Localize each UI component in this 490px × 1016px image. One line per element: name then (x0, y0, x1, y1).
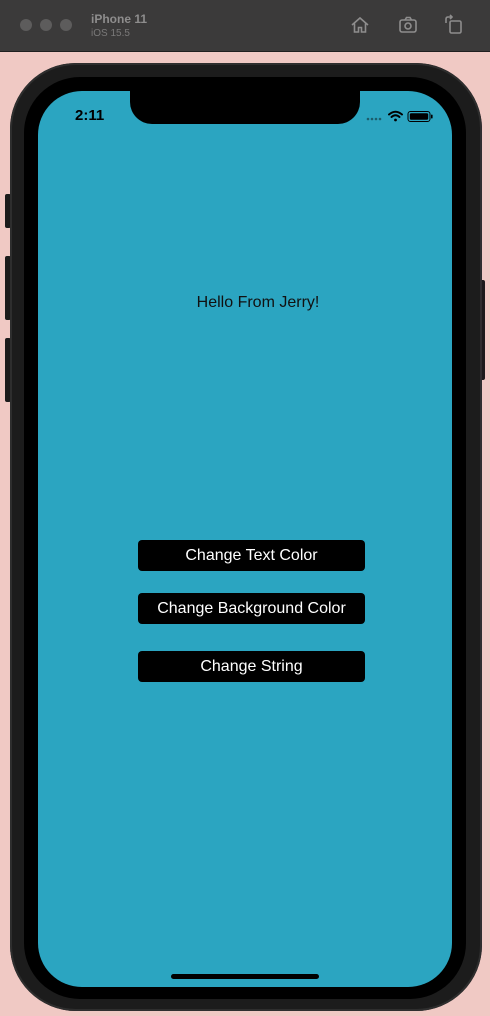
app-screen: 2:11 Hello From Jerry! Change Text Color… (38, 91, 452, 987)
screenshot-icon[interactable] (397, 14, 419, 36)
device-name: iPhone 11 (91, 12, 148, 26)
minimize-window-button[interactable] (40, 19, 52, 31)
status-time: 2:11 (75, 107, 105, 124)
signal-icon (366, 117, 382, 121)
notch (130, 91, 360, 124)
status-icons (366, 109, 434, 123)
simulator-title-bar: iPhone 11 iOS 15.5 (0, 0, 490, 52)
battery-icon (407, 111, 433, 122)
home-icon[interactable] (349, 14, 371, 36)
home-indicator[interactable] (171, 974, 319, 979)
zoom-window-button[interactable] (60, 19, 72, 31)
close-window-button[interactable] (20, 19, 32, 31)
hello-label: Hello From Jerry! (196, 294, 320, 311)
rotate-icon[interactable] (443, 14, 465, 36)
change-string-button[interactable]: Change String (138, 651, 365, 682)
change-text-color-button[interactable]: Change Text Color (138, 540, 365, 571)
change-background-color-button[interactable]: Change Background Color (138, 593, 365, 624)
wifi-icon (388, 110, 403, 122)
os-version: iOS 15.5 (91, 28, 130, 39)
